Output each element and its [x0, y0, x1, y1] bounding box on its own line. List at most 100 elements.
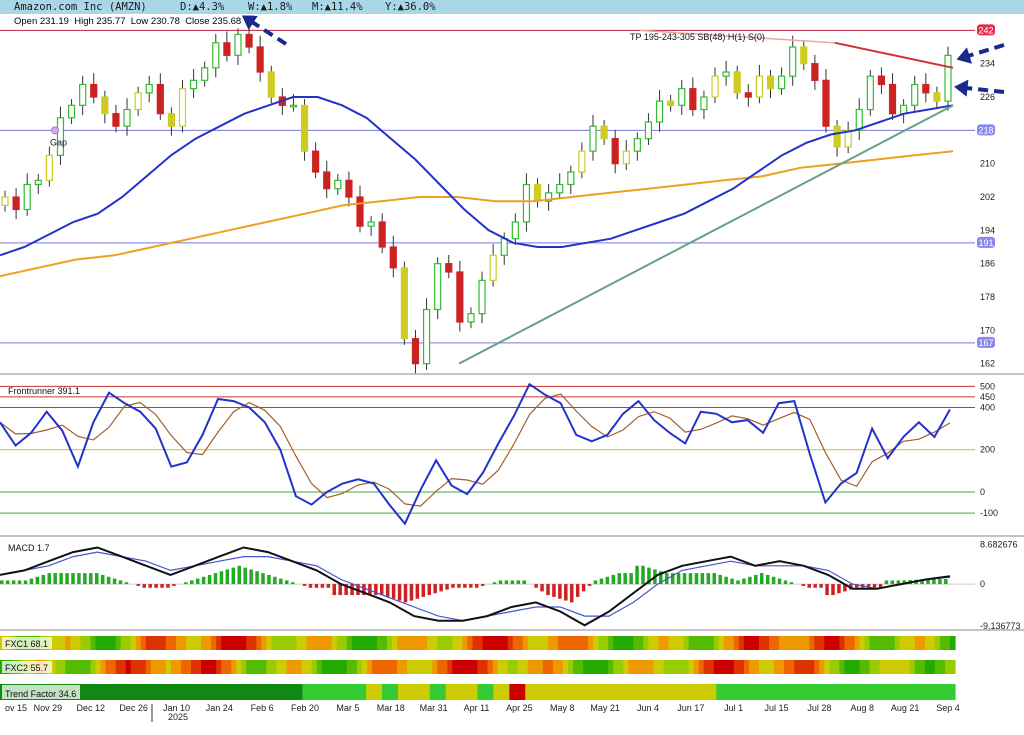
heat-cell — [261, 636, 267, 650]
macd-histogram-bar — [184, 582, 188, 585]
heat-cell — [191, 660, 197, 674]
heat-cell — [884, 660, 891, 674]
heat-cell — [875, 684, 892, 700]
macd-histogram-bar — [95, 573, 99, 585]
heat-cell — [512, 636, 519, 650]
heat-cell — [376, 636, 383, 650]
heat-cell — [907, 684, 924, 700]
heat-cell — [366, 684, 383, 700]
heat-cell — [185, 636, 192, 650]
heat-cell — [859, 636, 866, 650]
candle-body — [34, 179, 42, 186]
heat-cell — [417, 636, 423, 650]
heat-cell — [281, 660, 288, 674]
heat-cell — [301, 636, 308, 650]
heat-cell — [477, 660, 484, 674]
candle-body — [422, 308, 431, 365]
candle-body — [190, 79, 198, 90]
macd-histogram-bar — [890, 580, 895, 585]
heat-cell — [843, 684, 861, 700]
heat-cell — [201, 636, 207, 650]
macd-histogram-bar — [172, 584, 176, 586]
heat-cell — [130, 636, 137, 650]
heat-cell — [60, 660, 66, 674]
candle-body — [689, 88, 697, 111]
macd-histogram-bar — [837, 584, 841, 594]
macd-histogram-bar — [5, 580, 10, 585]
macd-histogram-bar — [730, 578, 734, 585]
macd-histogram-bar — [314, 584, 319, 588]
macd-histogram-bar — [237, 565, 241, 585]
macd-histogram-bar — [617, 573, 621, 585]
macd-histogram-bar — [308, 584, 313, 588]
macd-histogram-bar — [41, 574, 46, 585]
candle-body — [733, 71, 741, 94]
heat-cell — [246, 636, 252, 650]
heat-cell — [412, 636, 418, 650]
heat-cell — [316, 660, 323, 674]
heat-cell — [271, 636, 278, 650]
macd-histogram-bar — [872, 584, 877, 588]
candle-body — [45, 154, 53, 181]
heat-cell — [254, 684, 272, 700]
heat-cell — [487, 636, 494, 650]
macd-histogram-bar — [391, 584, 396, 599]
heat-cell — [206, 636, 212, 650]
macd-histogram-bar — [599, 578, 604, 585]
candle-body — [456, 271, 464, 323]
heat-cell — [79, 684, 97, 700]
heat-cell — [552, 660, 559, 674]
date-tick-label: Mar 18 — [377, 703, 405, 713]
heat-cell — [493, 684, 510, 700]
macd-histogram-bar — [290, 582, 295, 585]
heat-cell — [55, 660, 61, 674]
heat-cell — [899, 660, 906, 674]
macd-histogram-bar — [724, 576, 728, 585]
heat-cell — [844, 660, 851, 674]
macd-histogram-bar — [77, 573, 81, 585]
heat-cell — [175, 660, 182, 674]
candle-body — [134, 92, 142, 111]
heat-cell — [331, 660, 338, 674]
heat-cell — [472, 636, 479, 650]
heat-cell — [110, 660, 117, 674]
candle-body — [467, 313, 475, 323]
macd-histogram-bar — [23, 580, 28, 585]
heat-cell — [939, 636, 946, 650]
heat-cell — [346, 636, 353, 650]
heat-cell — [784, 660, 790, 674]
candle-body — [367, 221, 375, 227]
macd-histogram-bar — [118, 580, 123, 585]
heat-cell — [143, 684, 160, 700]
heat-cell — [170, 660, 177, 674]
heat-cell — [366, 636, 373, 650]
heat-cell — [573, 660, 579, 674]
macd-histogram-bar — [154, 584, 158, 588]
macd-histogram-bar — [29, 578, 34, 585]
heat-cell — [648, 660, 655, 674]
heat-cell — [221, 660, 227, 674]
candle-body — [933, 92, 941, 102]
candle-body — [789, 46, 797, 77]
heat-cell — [728, 636, 735, 650]
heat-cell — [623, 660, 629, 674]
candle-body — [567, 171, 575, 186]
arrow-right-lower — [965, 86, 1005, 94]
candle-body — [866, 75, 874, 111]
macd-histogram-bar — [219, 571, 224, 585]
heat-cell — [382, 636, 388, 650]
macd-histogram-bar — [546, 584, 550, 596]
heat-cell — [356, 660, 363, 674]
macd-histogram-bar — [522, 580, 526, 585]
heat-cell — [165, 660, 172, 674]
heat-cell — [924, 660, 931, 674]
heat-cell — [889, 636, 896, 650]
heat-cell — [432, 636, 438, 650]
heat-cell — [588, 660, 594, 674]
macd-histogram-bar — [789, 582, 794, 585]
heat-cell — [769, 660, 775, 674]
candle-body — [678, 88, 686, 106]
heat-cell — [412, 660, 418, 674]
heat-cell — [226, 636, 232, 650]
candle-body — [356, 196, 364, 227]
